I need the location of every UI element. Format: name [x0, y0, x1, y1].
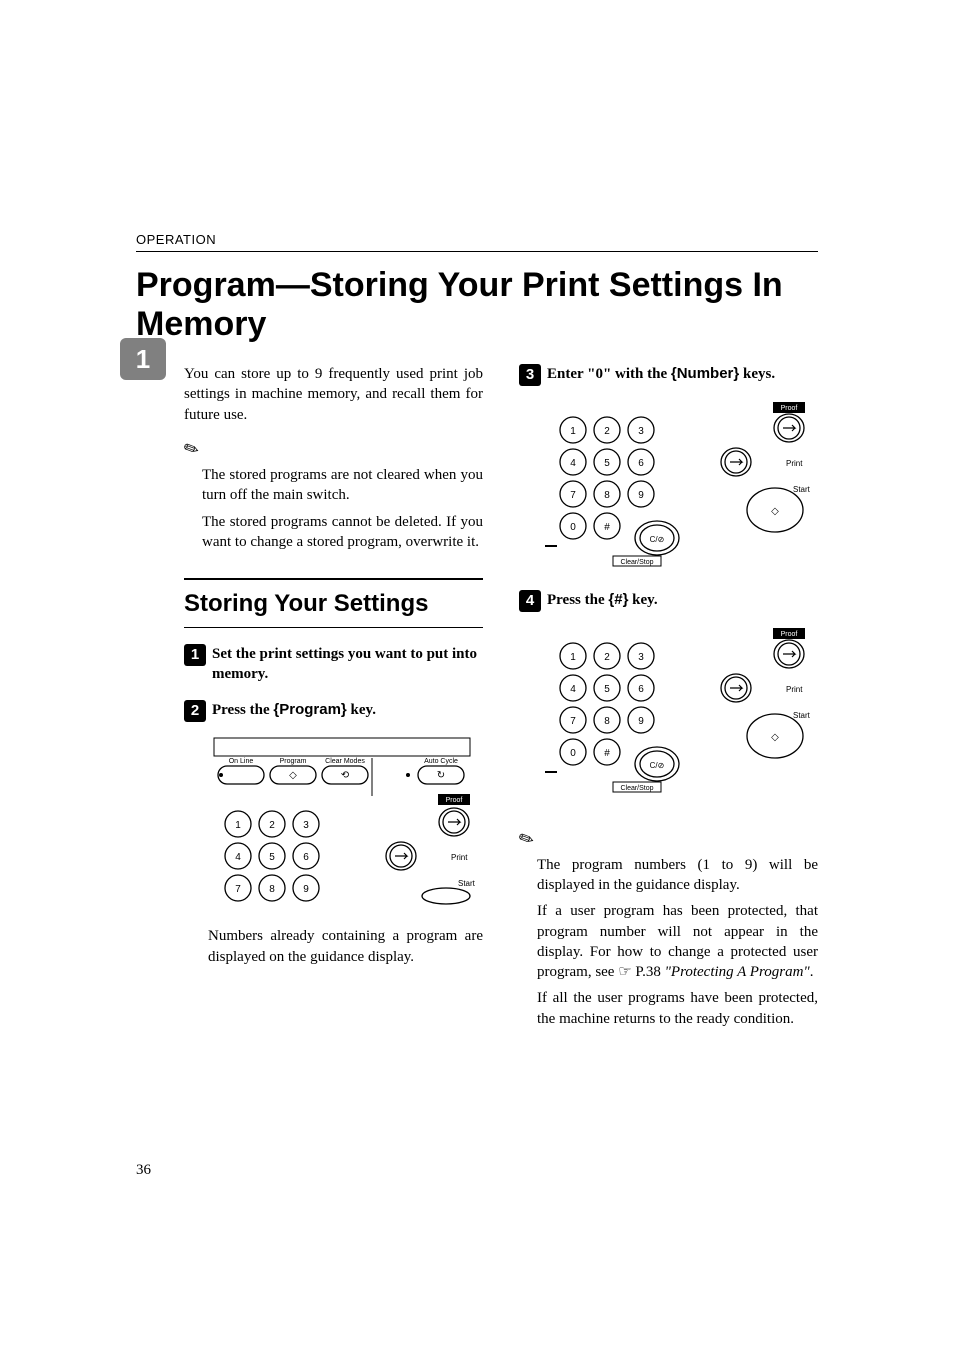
svg-text:9: 9 — [303, 884, 309, 895]
note2-item-1: The program numbers (1 to 9) will be dis… — [537, 855, 818, 896]
note1-item-1: The stored programs are not cleared when… — [202, 465, 483, 506]
step-2: 2 Press the {Program} key. — [184, 700, 483, 722]
svg-text:9: 9 — [638, 716, 644, 727]
svg-text:◇: ◇ — [771, 732, 779, 743]
svg-text:2: 2 — [604, 652, 610, 663]
svg-text:8: 8 — [604, 490, 610, 501]
step-1-badge: 1 — [184, 644, 206, 666]
svg-text:Start: Start — [793, 485, 811, 494]
right-column: 3 Enter "0" with the {Number} keys. Proo… — [519, 364, 818, 1035]
section-subhead: Storing Your Settings — [184, 578, 483, 627]
step-4-badge: 4 — [519, 590, 541, 612]
svg-text:C/⊘: C/⊘ — [650, 761, 665, 770]
svg-text:#: # — [604, 522, 610, 533]
svg-text:Start: Start — [458, 879, 476, 888]
svg-text:7: 7 — [570, 490, 576, 501]
left-column: You can store up to 9 frequently used pr… — [184, 364, 483, 1035]
svg-text:8: 8 — [604, 716, 610, 727]
svg-text:4: 4 — [235, 852, 241, 863]
figure-step4: Proof 1 2 3 4 5 6 7 8 9 0 # — [543, 626, 818, 800]
svg-text:7: 7 — [235, 884, 241, 895]
hash-key-label: # — [614, 591, 622, 608]
running-header: OPERATION — [136, 232, 818, 247]
svg-text:Auto Cycle: Auto Cycle — [424, 758, 458, 765]
svg-text:3: 3 — [303, 820, 309, 831]
svg-text:Proof: Proof — [446, 797, 463, 804]
svg-text:⟲: ⟲ — [341, 770, 350, 781]
step-4: 4 Press the {#} key. — [519, 590, 818, 612]
svg-text:2: 2 — [269, 820, 275, 831]
svg-text:1: 1 — [235, 820, 241, 831]
svg-text:0: 0 — [570, 748, 576, 759]
svg-text:#: # — [604, 748, 610, 759]
svg-text:5: 5 — [604, 458, 610, 469]
step-2-badge: 2 — [184, 700, 206, 722]
svg-text:6: 6 — [638, 684, 644, 695]
header-rule — [136, 251, 818, 252]
page-number: 36 — [136, 1162, 151, 1179]
svg-text:3: 3 — [638, 426, 644, 437]
svg-text:Clear/Stop: Clear/Stop — [620, 559, 653, 566]
svg-text:2: 2 — [604, 426, 610, 437]
step-3-text: Enter "0" with the {Number} keys. — [547, 364, 775, 384]
svg-text:4: 4 — [570, 458, 576, 469]
svg-text:Proof: Proof — [781, 405, 798, 412]
svg-text:Clear Modes: Clear Modes — [325, 758, 365, 765]
svg-text:Print: Print — [786, 459, 803, 468]
svg-text:↻: ↻ — [437, 770, 445, 781]
step-4-text: Press the {#} key. — [547, 590, 658, 610]
step-2-text: Press the {Program} key. — [212, 700, 376, 720]
step2-caption: Numbers already containing a program are… — [208, 926, 483, 967]
step-3-badge: 3 — [519, 364, 541, 386]
step-1-text: Set the print settings you want to put i… — [212, 644, 483, 685]
svg-text:3: 3 — [638, 652, 644, 663]
svg-text:4: 4 — [570, 684, 576, 695]
svg-text:Clear/Stop: Clear/Stop — [620, 785, 653, 792]
program-key-label: Program — [279, 701, 341, 718]
chapter-tab: 1 — [120, 338, 166, 380]
svg-text:5: 5 — [604, 684, 610, 695]
svg-text:Program: Program — [280, 758, 307, 765]
svg-text:9: 9 — [638, 490, 644, 501]
svg-text:5: 5 — [269, 852, 275, 863]
pencil-icon-2: ✎ — [515, 825, 539, 853]
intro-text: You can store up to 9 frequently used pr… — [184, 364, 483, 425]
svg-text:On Line: On Line — [229, 758, 254, 765]
step-1: 1 Set the print settings you want to put… — [184, 644, 483, 685]
note1-item-2: The stored programs cannot be deleted. I… — [202, 512, 483, 553]
number-key-label: Number — [677, 365, 734, 382]
svg-text:8: 8 — [269, 884, 275, 895]
svg-text:C/⊘: C/⊘ — [650, 535, 665, 544]
cross-ref: "Protecting A Program" — [665, 964, 810, 980]
pencil-icon: ✎ — [180, 435, 204, 463]
svg-text:6: 6 — [638, 458, 644, 469]
svg-text:Print: Print — [451, 853, 468, 862]
svg-text:Start: Start — [793, 711, 811, 720]
note2-item-3: If all the user programs have been prote… — [537, 988, 818, 1029]
svg-text:0: 0 — [570, 522, 576, 533]
figure-step2: On Line Program Clear Modes Auto Cycle ◇… — [208, 736, 483, 912]
svg-text:Print: Print — [786, 685, 803, 694]
page-title: Program—Storing Your Print Settings In M… — [136, 266, 818, 344]
svg-text:6: 6 — [303, 852, 309, 863]
figure-step3: Proof 1 2 3 4 5 6 7 8 9 0 # — [543, 400, 818, 574]
note2-item-2: If a user program has been protected, th… — [537, 901, 818, 982]
svg-text:Proof: Proof — [781, 631, 798, 638]
step-3: 3 Enter "0" with the {Number} keys. — [519, 364, 818, 386]
svg-text:◇: ◇ — [289, 770, 297, 781]
svg-text:7: 7 — [570, 716, 576, 727]
svg-text:1: 1 — [570, 426, 576, 437]
svg-text:1: 1 — [570, 652, 576, 663]
svg-text:◇: ◇ — [771, 506, 779, 517]
